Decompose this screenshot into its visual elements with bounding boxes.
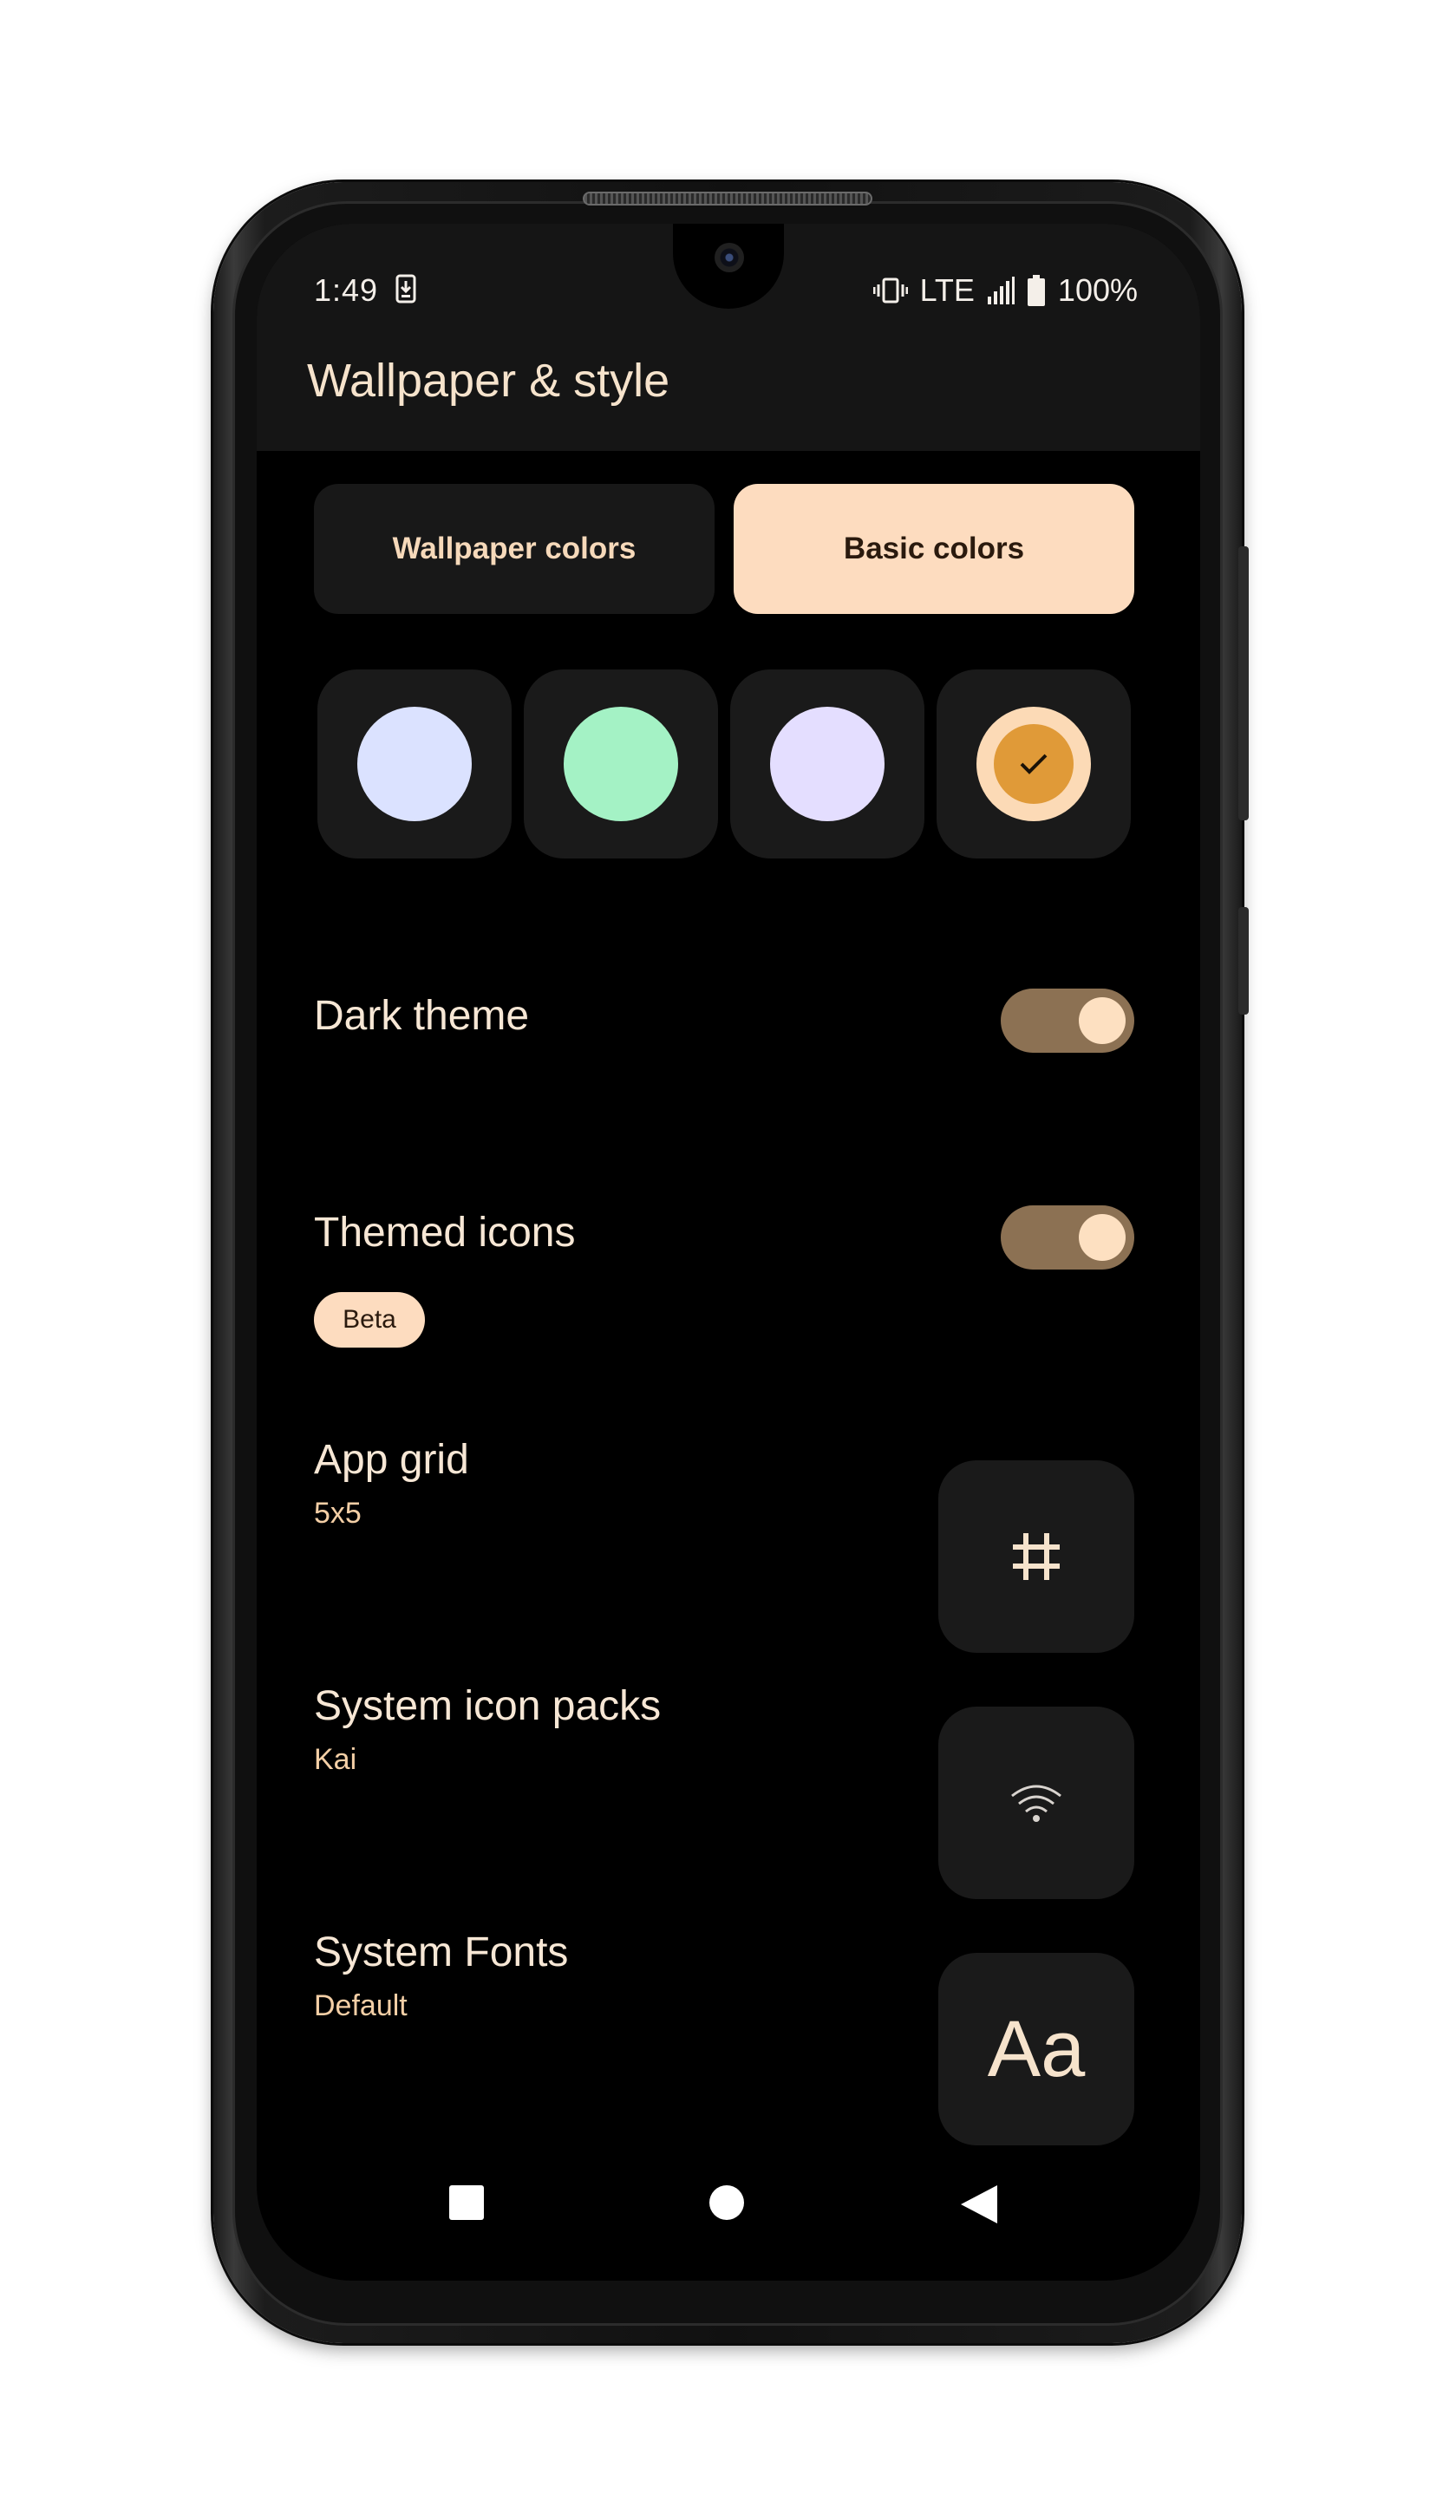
dark-theme-label: Dark theme — [314, 993, 530, 1039]
system-fonts-tile[interactable]: Aa — [938, 1953, 1134, 2145]
volume-button — [1238, 907, 1249, 1015]
toggle-knob — [1079, 997, 1126, 1044]
system-fonts-value: Default — [314, 1989, 408, 2022]
color-option-blue[interactable] — [317, 669, 512, 858]
color-dot-selected — [976, 707, 1091, 821]
themed-icons-label: Themed icons — [314, 1210, 576, 1256]
battery-icon — [1027, 275, 1045, 306]
status-icons: LTE 100% — [872, 272, 1138, 309]
top-app-bar: 1:49 LTE 100% Wallpaper & style — [257, 224, 1200, 451]
app-grid-tile[interactable] — [938, 1460, 1134, 1653]
tab-basic-colors[interactable]: Basic colors — [734, 484, 1134, 614]
earpiece-speaker — [583, 192, 872, 206]
back-triangle-icon[interactable] — [961, 2185, 997, 2223]
wifi-icon — [1011, 1785, 1061, 1822]
system-icon-packs-tile[interactable] — [938, 1707, 1134, 1899]
tab-wallpaper-colors[interactable]: Wallpaper colors — [314, 484, 715, 614]
color-dot-inner — [994, 724, 1074, 804]
color-option-orange[interactable] — [937, 669, 1131, 858]
color-dot — [770, 707, 885, 821]
dark-theme-toggle[interactable] — [1001, 989, 1134, 1053]
app-grid-value: 5x5 — [314, 1497, 362, 1530]
recents-square-icon[interactable] — [449, 2185, 484, 2220]
power-button — [1238, 546, 1249, 820]
themed-icons-toggle[interactable] — [1001, 1205, 1134, 1270]
system-icon-packs-value: Kai — [314, 1743, 357, 1776]
font-preview: Aa — [987, 2005, 1086, 2093]
signal-icon — [987, 277, 1015, 304]
download-notification-icon — [395, 274, 416, 304]
color-dot — [357, 707, 472, 821]
app-grid-label[interactable]: App grid — [314, 1436, 469, 1484]
beta-badge: Beta — [314, 1292, 425, 1348]
color-option-green[interactable] — [524, 669, 718, 858]
vibrate-icon — [872, 277, 908, 304]
front-camera — [715, 243, 744, 272]
home-circle-icon[interactable] — [709, 2185, 744, 2220]
system-fonts-label[interactable]: System Fonts — [314, 1929, 568, 1976]
color-dot — [564, 707, 678, 821]
status-time: 1:49 — [314, 272, 379, 308]
page-title: Wallpaper & style — [307, 355, 670, 407]
network-type: LTE — [919, 272, 975, 308]
grid-hash-icon — [1013, 1533, 1060, 1580]
screen: 1:49 LTE 100% Wallpaper & style Wallpape… — [257, 224, 1200, 2281]
toggle-knob — [1079, 1214, 1126, 1261]
color-option-lavender[interactable] — [730, 669, 924, 858]
check-icon — [1020, 754, 1048, 774]
battery-percent: 100% — [1057, 272, 1138, 308]
system-icon-packs-label[interactable]: System icon packs — [314, 1682, 661, 1730]
